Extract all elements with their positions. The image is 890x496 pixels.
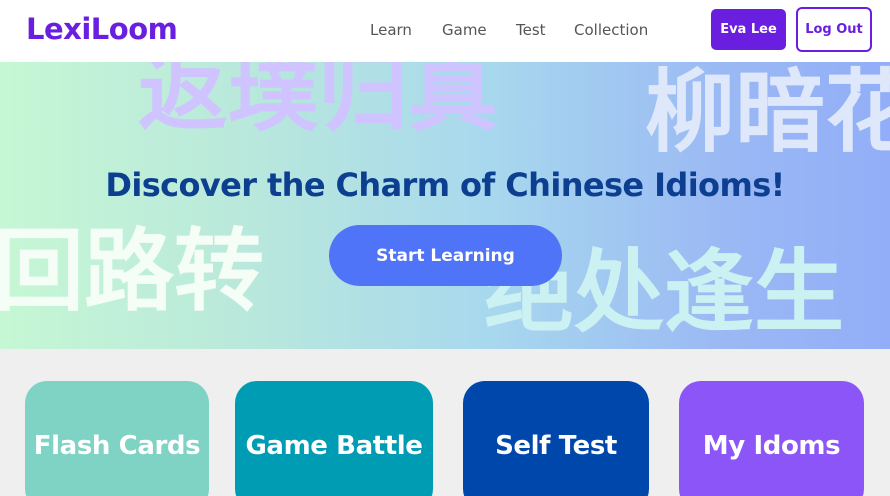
nav-game-link[interactable]: Game bbox=[442, 21, 487, 39]
hero-banner: 返璞归真 柳暗花 回路转 绝处逢生 Discover the Charm of … bbox=[0, 62, 890, 349]
hero-background-idiom: 返璞归真 bbox=[138, 62, 498, 144]
hero-background-idiom: 柳暗花 bbox=[645, 62, 890, 165]
nav-test-link[interactable]: Test bbox=[516, 21, 546, 39]
nav-collection-link[interactable]: Collection bbox=[574, 21, 648, 39]
self-test-card[interactable]: Self Test bbox=[463, 381, 649, 496]
flash-cards-card[interactable]: Flash Cards bbox=[25, 381, 209, 496]
top-nav-bar: LexiLoom Learn Game Test Collection Eva … bbox=[0, 0, 890, 62]
hero-background-idiom: 回路转 bbox=[0, 219, 264, 324]
logout-button[interactable]: Log Out bbox=[796, 7, 872, 52]
start-learning-button[interactable]: Start Learning bbox=[329, 225, 562, 286]
nav-learn-link[interactable]: Learn bbox=[370, 21, 412, 39]
my-idioms-card[interactable]: My Idoms bbox=[679, 381, 864, 496]
user-account-button[interactable]: Eva Lee bbox=[711, 9, 786, 50]
feature-cards-section: Flash Cards Game Battle Self Test My Ido… bbox=[0, 349, 890, 496]
app-logo[interactable]: LexiLoom bbox=[26, 12, 178, 46]
game-battle-card[interactable]: Game Battle bbox=[235, 381, 433, 496]
hero-title: Discover the Charm of Chinese Idioms! bbox=[105, 166, 785, 204]
